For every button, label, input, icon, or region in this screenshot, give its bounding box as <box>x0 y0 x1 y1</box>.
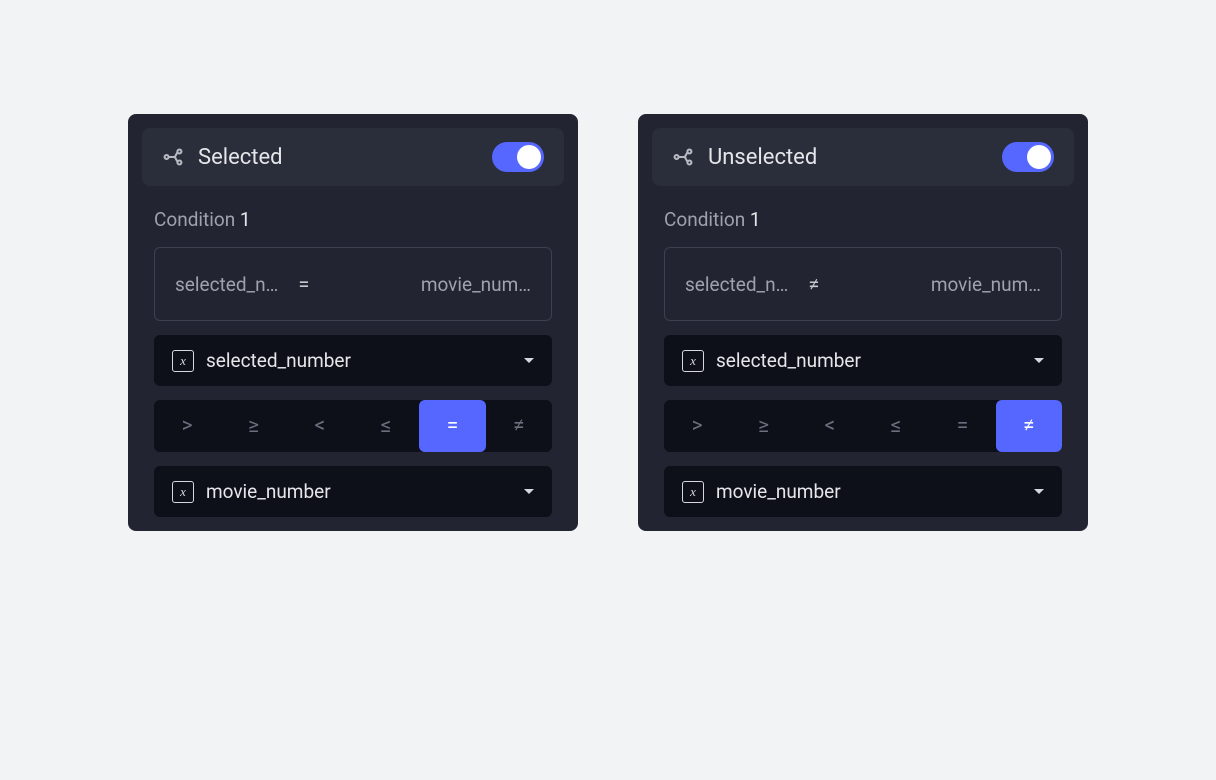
toggle-switch[interactable] <box>1002 142 1054 172</box>
variable-icon: x <box>682 350 704 372</box>
operator-gte-button[interactable]: ≥ <box>730 400 796 452</box>
operator-row: > ≥ < ≤ = ≠ <box>154 400 552 452</box>
operator-lt-button[interactable]: < <box>287 400 353 452</box>
operator-eq-button[interactable]: = <box>929 400 995 452</box>
toggle-knob <box>1027 145 1051 169</box>
chevron-down-icon <box>524 489 534 494</box>
variable-a-label: selected_number <box>206 349 512 372</box>
chevron-down-icon <box>1034 489 1044 494</box>
expression-operator: = <box>290 272 317 296</box>
toggle-switch[interactable] <box>492 142 544 172</box>
condition-label: Condition 1 <box>142 200 564 233</box>
chevron-down-icon <box>1034 358 1044 363</box>
toggle-knob <box>517 145 541 169</box>
expression-rhs: movie_num… <box>329 273 531 296</box>
expression-operator: ≠ <box>800 272 827 296</box>
condition-panel: Selected Condition 1 selected_n… = movie… <box>128 114 578 531</box>
variable-icon: x <box>172 481 194 503</box>
panel-title: Unselected <box>708 145 988 170</box>
condition-label: Condition 1 <box>652 200 1074 233</box>
expression-rhs: movie_num… <box>839 273 1041 296</box>
operator-gt-button[interactable]: > <box>154 400 220 452</box>
expression-preview: selected_n… = movie_num… <box>154 247 552 321</box>
branch-icon <box>162 146 184 168</box>
operator-neq-button[interactable]: ≠ <box>996 400 1062 452</box>
variable-icon: x <box>172 350 194 372</box>
variable-icon: x <box>682 481 704 503</box>
expression-preview: selected_n… ≠ movie_num… <box>664 247 1062 321</box>
operator-gt-button[interactable]: > <box>664 400 730 452</box>
variable-a-label: selected_number <box>716 349 1022 372</box>
panel-title: Selected <box>198 145 478 170</box>
expression-lhs: selected_n… <box>175 273 278 296</box>
variable-a-dropdown[interactable]: x selected_number <box>664 335 1062 386</box>
operator-neq-button[interactable]: ≠ <box>486 400 552 452</box>
operator-gte-button[interactable]: ≥ <box>220 400 286 452</box>
condition-panel: Unselected Condition 1 selected_n… ≠ mov… <box>638 114 1088 531</box>
variable-b-label: movie_number <box>206 480 512 503</box>
operator-row: > ≥ < ≤ = ≠ <box>664 400 1062 452</box>
branch-icon <box>672 146 694 168</box>
operator-lte-button[interactable]: ≤ <box>353 400 419 452</box>
variable-b-dropdown[interactable]: x movie_number <box>664 466 1062 517</box>
variable-b-dropdown[interactable]: x movie_number <box>154 466 552 517</box>
operator-eq-button[interactable]: = <box>419 400 485 452</box>
operator-lt-button[interactable]: < <box>797 400 863 452</box>
panel-header: Unselected <box>652 128 1074 186</box>
variable-a-dropdown[interactable]: x selected_number <box>154 335 552 386</box>
variable-b-label: movie_number <box>716 480 1022 503</box>
expression-lhs: selected_n… <box>685 273 788 296</box>
chevron-down-icon <box>524 358 534 363</box>
operator-lte-button[interactable]: ≤ <box>863 400 929 452</box>
panel-header: Selected <box>142 128 564 186</box>
